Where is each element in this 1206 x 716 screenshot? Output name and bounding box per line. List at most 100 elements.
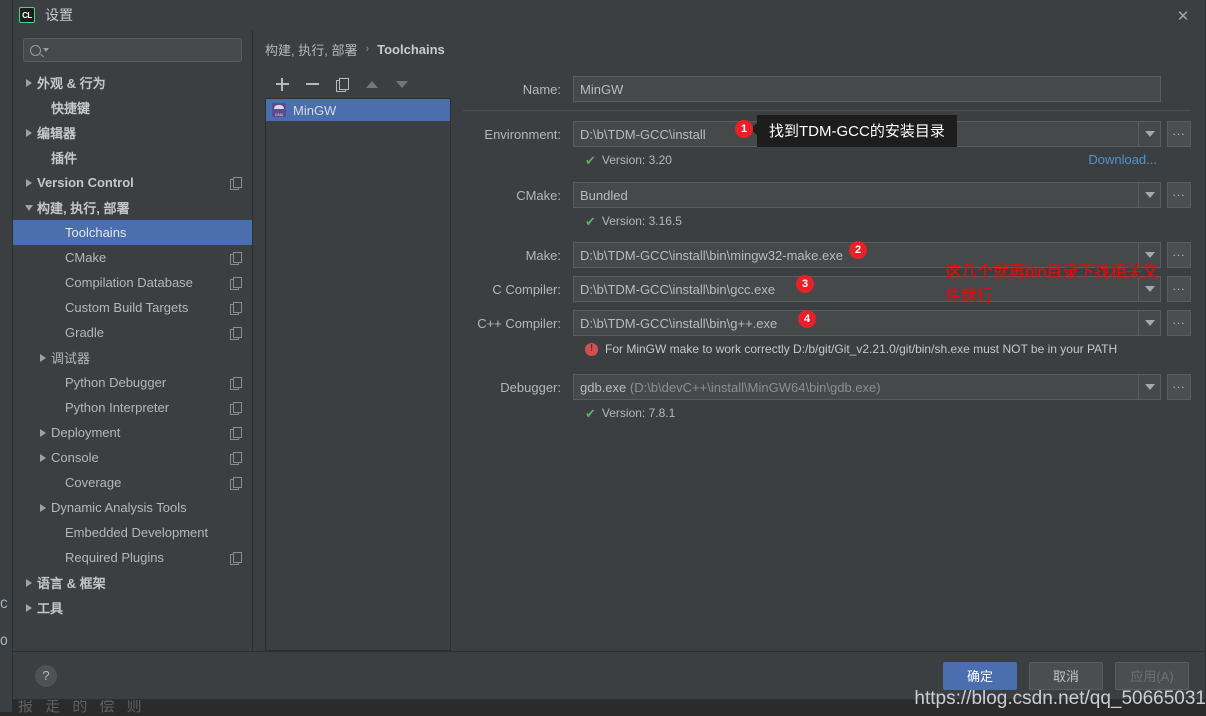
chevron-right-icon[interactable] [21, 579, 37, 587]
debugger-browse-button[interactable]: ... [1167, 374, 1191, 400]
sidebar-item-[interactable]: 语言 & 框架 [13, 570, 252, 595]
sidebar-item-compilation-database[interactable]: Compilation Database [13, 270, 252, 295]
copy-settings-icon[interactable] [230, 252, 242, 264]
breadcrumb-parent[interactable]: 构建, 执行, 部署 [265, 40, 357, 59]
sidebar-item-label: CMake [65, 250, 106, 265]
move-down-icon[interactable] [393, 75, 411, 93]
cmake-combo[interactable]: Bundled [573, 182, 1161, 208]
sidebar-item-label: 插件 [51, 148, 77, 167]
copy-icon[interactable] [333, 75, 351, 93]
debugger-combo[interactable]: gdb.exe (D:\b\devC++\install\MinGW64\bin… [573, 374, 1161, 400]
debugger-value-path: (D:\b\devC++\install\MinGW64\bin\gdb.exe… [630, 380, 881, 395]
cpp-compiler-browse-button[interactable]: ... [1167, 310, 1191, 336]
chevron-right-icon[interactable] [35, 454, 51, 462]
debugger-status: ✔ Version: 7.8.1 [463, 402, 1191, 424]
cmake-field-area: Bundled ... [573, 182, 1191, 208]
copy-settings-icon[interactable] [230, 177, 242, 189]
toolchain-list-pane: MinGW [265, 70, 451, 651]
cmake-dropdown-icon[interactable] [1138, 183, 1160, 207]
window-title: 设置 [45, 5, 73, 25]
sidebar-item-version-control[interactable]: Version Control [13, 170, 252, 195]
copy-settings-icon[interactable] [230, 427, 242, 439]
sidebar-item-python-debugger[interactable]: Python Debugger [13, 370, 252, 395]
sidebar-item-label: Required Plugins [65, 550, 164, 565]
copy-settings-icon[interactable] [230, 377, 242, 389]
chevron-right-icon[interactable] [21, 179, 37, 187]
annotation-red-note: 这几个就再bin目录下找相关文件就行 [945, 261, 1160, 309]
make-warning: ! For MinGW make to work correctly D:/b/… [463, 338, 1191, 360]
close-icon[interactable]: ✕ [1173, 6, 1193, 26]
move-up-icon[interactable] [363, 75, 381, 93]
cancel-button[interactable]: 取消 [1029, 662, 1103, 690]
environment-dropdown-icon[interactable] [1138, 122, 1160, 146]
copy-settings-icon[interactable] [230, 327, 242, 339]
settings-sidebar: 外观 & 行为快捷键编辑器插件 Version Control 构建, 执行, 部署… [13, 30, 253, 651]
environment-label: Environment: [463, 127, 573, 142]
sidebar-item-[interactable]: 编辑器 [13, 120, 252, 145]
search-input[interactable] [49, 42, 235, 58]
sidebar-item-[interactable]: 插件 [13, 145, 252, 170]
copy-settings-icon[interactable] [230, 477, 242, 489]
footer-buttons: 确定 取消 应用(A) [943, 662, 1189, 690]
help-icon[interactable]: ? [35, 665, 57, 687]
gnu-icon [272, 103, 286, 117]
chevron-right-icon[interactable] [35, 504, 51, 512]
c-compiler-label: C Compiler: [463, 282, 573, 297]
download-link[interactable]: Download... [1088, 152, 1157, 172]
add-icon[interactable] [273, 75, 291, 93]
sidebar-item-custom-build-targets[interactable]: Custom Build Targets [13, 295, 252, 320]
sidebar-item-cmake[interactable]: CMake [13, 245, 252, 270]
toolchain-panes: MinGW Name: MinGW [253, 64, 1205, 651]
copy-settings-icon[interactable] [230, 402, 242, 414]
annotation-tooltip: 找到TDM-GCC的安装目录 [757, 115, 957, 147]
sidebar-item-coverage[interactable]: Coverage [13, 470, 252, 495]
apply-button[interactable]: 应用(A) [1115, 662, 1189, 690]
debugger-value: gdb.exe [580, 380, 626, 395]
name-input[interactable]: MinGW [573, 76, 1161, 102]
sidebar-item-[interactable]: 快捷键 [13, 95, 252, 120]
sidebar-item-deployment[interactable]: Deployment [13, 420, 252, 445]
cpp-compiler-dropdown-icon[interactable] [1138, 311, 1160, 335]
remove-icon[interactable] [303, 75, 321, 93]
make-browse-button[interactable]: ... [1167, 242, 1191, 268]
c-compiler-browse-button[interactable]: ... [1167, 276, 1191, 302]
check-icon: ✔ [585, 407, 596, 420]
debugger-dropdown-icon[interactable] [1138, 375, 1160, 399]
sidebar-item-required-plugins[interactable]: Required Plugins [13, 545, 252, 570]
sidebar-item-python-interpreter[interactable]: Python Interpreter [13, 395, 252, 420]
chevron-down-icon[interactable] [21, 205, 37, 211]
chevron-right-icon[interactable] [35, 354, 51, 362]
settings-tree: 外观 & 行为快捷键编辑器插件 Version Control 构建, 执行, 部署… [13, 68, 252, 651]
copy-settings-icon[interactable] [230, 552, 242, 564]
sidebar-item-dynamic-analysis-tools[interactable]: Dynamic Analysis Tools [13, 495, 252, 520]
search-icon [30, 45, 41, 56]
search-box[interactable] [23, 38, 242, 62]
sidebar-item-label: 调试器 [51, 348, 90, 367]
cpp-compiler-combo[interactable]: D:\b\TDM-GCC\install\bin\g++.exe [573, 310, 1161, 336]
copy-settings-icon[interactable] [230, 277, 242, 289]
sidebar-item-[interactable]: 调试器 [13, 345, 252, 370]
chevron-right-icon[interactable] [21, 604, 37, 612]
chevron-right-icon[interactable] [21, 79, 37, 87]
sidebar-item-label: 构建, 执行, 部署 [37, 198, 129, 217]
copy-settings-icon[interactable] [230, 452, 242, 464]
check-icon: ✔ [585, 154, 596, 167]
toolchain-item-mingw[interactable]: MinGW [266, 99, 450, 121]
chevron-right-icon[interactable] [35, 429, 51, 437]
copy-settings-icon[interactable] [230, 302, 242, 314]
chevron-right-icon[interactable] [21, 129, 37, 137]
sidebar-item-[interactable]: 构建, 执行, 部署 [13, 195, 252, 220]
ok-button[interactable]: 确定 [943, 662, 1017, 690]
sidebar-search-wrap [13, 30, 252, 68]
download-row: Download... [463, 152, 1191, 172]
sidebar-item-gradle[interactable]: Gradle [13, 320, 252, 345]
sidebar-item-toolchains[interactable]: Toolchains [13, 220, 252, 245]
row-debugger: Debugger: gdb.exe (D:\b\devC++\install\M… [463, 374, 1191, 400]
sidebar-item-console[interactable]: Console [13, 445, 252, 470]
sidebar-item-embedded-development[interactable]: Embedded Development [13, 520, 252, 545]
toolchain-list-toolbar [265, 70, 451, 98]
sidebar-item-[interactable]: 外观 & 行为 [13, 70, 252, 95]
environment-browse-button[interactable]: ... [1167, 121, 1191, 147]
sidebar-item-[interactable]: 工具 [13, 595, 252, 620]
cmake-browse-button[interactable]: ... [1167, 182, 1191, 208]
